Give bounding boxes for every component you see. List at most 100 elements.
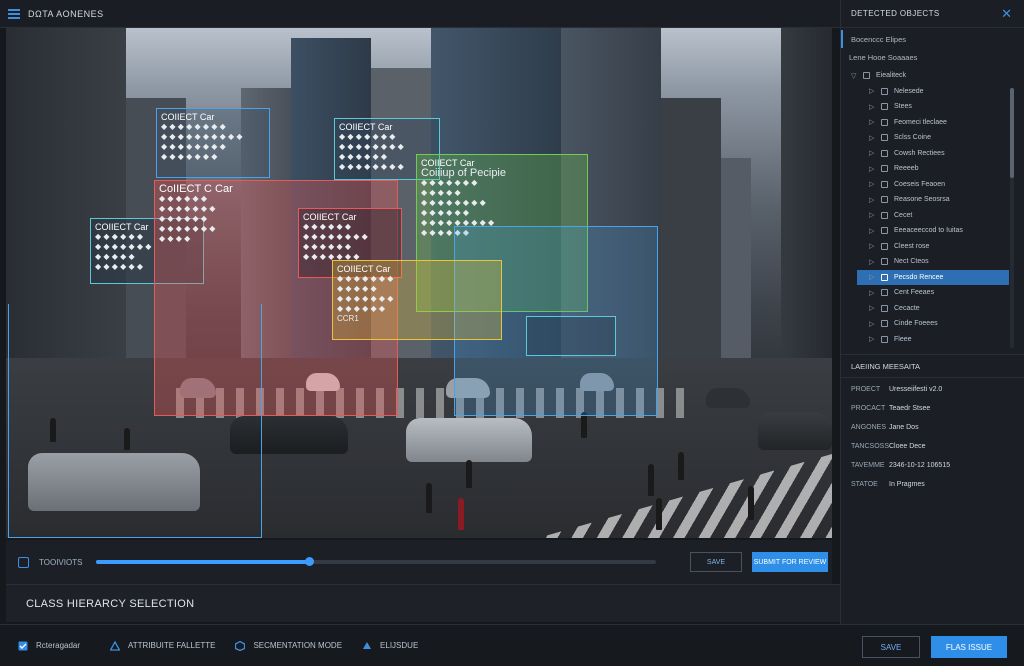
chevron-right-icon[interactable]: ▷: [869, 196, 875, 204]
chevron-right-icon[interactable]: ▷: [869, 273, 875, 281]
chevron-right-icon[interactable]: ▷: [869, 335, 875, 343]
chevron-right-icon[interactable]: ▷: [869, 180, 875, 188]
chevron-right-icon[interactable]: ▷: [869, 118, 875, 126]
pedestrian: [656, 498, 662, 530]
tree-item-label: Cinde Foeees: [894, 320, 938, 328]
chevron-right-icon[interactable]: ▷: [869, 320, 875, 328]
ellipse-icon: [363, 641, 372, 649]
tree-item[interactable]: ▷ Cecet: [841, 208, 1024, 224]
tree-item[interactable]: ▷ Cecacte: [841, 301, 1024, 317]
tree-item[interactable]: ▷ Cinde Foeees: [841, 316, 1024, 332]
tree-item[interactable]: ▷ Sclss Coine: [841, 130, 1024, 146]
panel-section-line[interactable]: Lene Hooe Soaaaes: [841, 48, 1024, 66]
metadata-key: TANCSOSS: [851, 443, 889, 450]
object-icon: [881, 227, 888, 235]
scrollbar-thumb[interactable]: [1010, 88, 1014, 178]
class-hierarchy-title[interactable]: CLASS HIERARCY SELECTION: [26, 598, 194, 610]
segmentation-mode-label: SECMENTATION MODE: [253, 641, 343, 650]
segment-icon: [235, 640, 246, 651]
rectangle-tool[interactable]: Rcteragadar: [18, 641, 80, 651]
bbox-label: COIIECT Car ◆ ◆ ◆ ◆ ◆ ◆ ◆ ◆ ◆ ◆ ◆ ◆ ◆ ◆ …: [161, 112, 243, 161]
chevron-right-icon[interactable]: ▷: [869, 242, 875, 250]
object-icon: [881, 103, 888, 111]
tree-item[interactable]: ▷ Coeseis Feaoen: [841, 177, 1024, 193]
chevron-right-icon[interactable]: ▷: [869, 289, 875, 297]
bbox-label: COIIECT Car ◆ ◆ ◆ ◆ ◆ ◆ ◆ ◆ ◆ ◆ ◆ ◆ ◆ ◆ …: [95, 222, 152, 271]
tree-item-label: Cecet: [894, 211, 913, 219]
metadata-value: In Pragmes: [889, 481, 925, 488]
progress-track[interactable]: [96, 557, 656, 566]
tree-item-label: Feomeci tleclaee: [894, 118, 947, 126]
ellipse-tool[interactable]: ELIJSDUE: [362, 641, 418, 651]
chevron-right-icon[interactable]: ▷: [869, 134, 875, 142]
chevron-right-icon[interactable]: ▷: [869, 149, 875, 157]
panel-header: DETECTED OBJECTS ✕: [841, 0, 1024, 28]
bounding-box[interactable]: [8, 304, 262, 538]
save-button-bottom[interactable]: SAVE: [862, 636, 920, 658]
segmentation-mode-tool[interactable]: SECMENTATION MODE: [235, 640, 343, 651]
tree-item[interactable]: ▷ Cent Feeaes: [841, 285, 1024, 301]
metadata-row: PROECT Uresseiifesti v2.0: [841, 380, 1024, 399]
progress-fill: [96, 560, 309, 564]
bbox-label: CoIIECT C Car ◆ ◆ ◆ ◆ ◆ ◆ ◆ ◆ ◆ ◆ ◆ ◆ ◆ …: [159, 183, 233, 244]
metadata-key: PROCACT: [851, 405, 886, 412]
pedestrian: [426, 483, 432, 513]
tree-item[interactable]: ▷ Pecsdo Rencee: [857, 269, 1009, 285]
metadata-key: ANGONES: [851, 424, 887, 431]
object-icon: [881, 180, 888, 188]
tools-label[interactable]: TOOIVIOTS: [39, 558, 82, 567]
tools-icon[interactable]: [18, 556, 29, 568]
object-icon: [881, 273, 888, 281]
chevron-down-icon[interactable]: ▽: [851, 72, 857, 80]
tree-item-label: Cleest rose: [894, 242, 930, 250]
bounding-box[interactable]: COIIECT Car ◆ ◆ ◆ ◆ ◆ ◆ ◆ ◆ ◆ ◆ ◆ ◆ ◆ ◆ …: [332, 260, 502, 340]
metadata-value: Jane Dos: [889, 424, 919, 431]
metadata-value: Uresseiifesti v2.0: [889, 386, 943, 393]
tree-item[interactable]: ▷ Nelesede: [841, 84, 1024, 100]
chevron-right-icon[interactable]: ▷: [869, 304, 875, 312]
tree-item[interactable]: ▷ Eeeaceeccod to Iuitas: [841, 223, 1024, 239]
tree-item[interactable]: ▷ Fleee: [841, 332, 1024, 348]
metadata-row: TAVEMME 2346-10-12 106515: [841, 456, 1024, 475]
tree-item[interactable]: ▷ Reeeeb: [841, 161, 1024, 177]
triangle-icon: [110, 640, 121, 651]
chevron-right-icon[interactable]: ▷: [869, 211, 875, 219]
chevron-right-icon[interactable]: ▷: [869, 258, 875, 266]
tree-item[interactable]: ▷ Reasone Seosrsa: [841, 192, 1024, 208]
chevron-right-icon[interactable]: ▷: [869, 227, 875, 235]
tree-item[interactable]: ▷ Stees: [841, 99, 1024, 115]
tree-item-label: Cecacte: [894, 304, 920, 312]
object-icon: [881, 335, 888, 343]
hamburger-menu-icon[interactable]: [8, 8, 20, 19]
submit-for-review-button[interactable]: SUBMIT FOR REVIEW: [752, 552, 828, 572]
bbox-label: COIIECT Car ◆ ◆ ◆ ◆ ◆ ◆ ◆ ◆ ◆ ◆ ◆ ◆ ◆ ◆ …: [337, 264, 394, 323]
chevron-right-icon[interactable]: ▷: [869, 103, 875, 111]
panel-section-bounding[interactable]: Bocenccc Elipes: [841, 30, 1024, 48]
chevron-right-icon[interactable]: ▷: [869, 165, 875, 173]
tree-item[interactable]: ▷ Cowsh Rectiees: [841, 146, 1024, 162]
pedestrian: [678, 452, 684, 480]
object-icon: [881, 211, 888, 219]
bounding-box[interactable]: COIIECT Car ◆ ◆ ◆ ◆ ◆ ◆ ◆ ◆ ◆ ◆ ◆ ◆ ◆ ◆ …: [156, 108, 270, 178]
car: [758, 412, 832, 450]
app-header: DΩTA AONENES: [0, 0, 840, 28]
metadata-row: ANGONES Jane Dos: [841, 418, 1024, 437]
chevron-right-icon[interactable]: ▷: [869, 87, 875, 95]
object-icon: [881, 196, 888, 204]
pedestrian: [648, 464, 654, 496]
close-icon[interactable]: ✕: [1001, 7, 1012, 20]
tree-item[interactable]: ▷ Nect Cteos: [841, 254, 1024, 270]
pedestrian: [466, 460, 472, 488]
save-button[interactable]: SAVE: [690, 552, 742, 572]
tree-item-label: Nelesede: [894, 87, 924, 95]
tree-scrollbar[interactable]: [1010, 88, 1014, 348]
bounding-box[interactable]: [526, 316, 616, 356]
annotation-canvas[interactable]: COIIECT Car ◆ ◆ ◆ ◆ ◆ ◆ ◆ ◆ ◆ ◆ ◆ ◆ ◆ ◆ …: [6, 28, 832, 538]
tree-item[interactable]: ▷ Feomeci tleclaee: [841, 115, 1024, 131]
attribute-palette-tool[interactable]: ATTRIBUITE FALLETTE: [110, 640, 215, 651]
tree-item-label: Sclss Coine: [894, 134, 931, 142]
flag-issue-button[interactable]: FLAS ISSUE: [931, 636, 1007, 658]
tree-item[interactable]: ▷ Cleest rose: [841, 239, 1024, 255]
progress-handle[interactable]: [304, 557, 314, 566]
tree-root[interactable]: ▽ Eiealiteck: [841, 68, 1024, 84]
